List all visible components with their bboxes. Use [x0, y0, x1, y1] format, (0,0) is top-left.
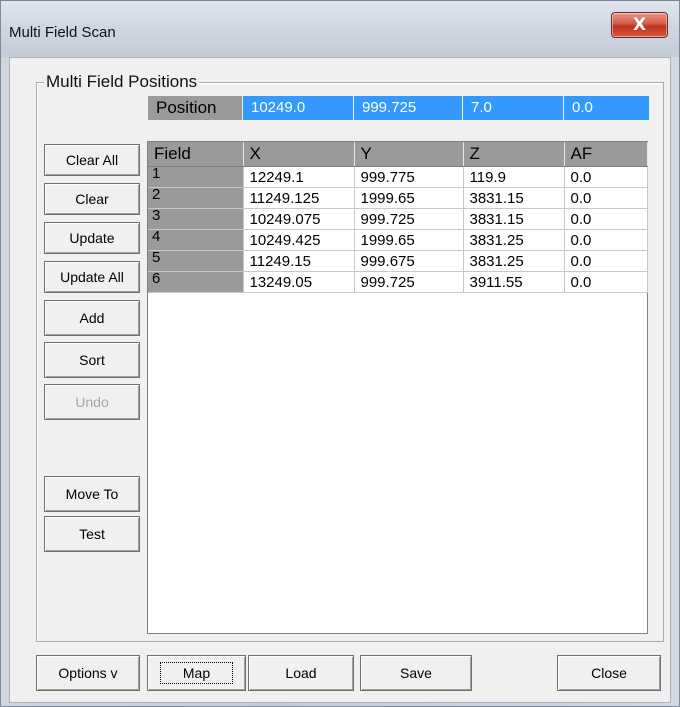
move-to-label: Move To	[65, 486, 119, 502]
column-header-y[interactable]: Y	[354, 142, 464, 167]
z-cell[interactable]: 3831.25	[463, 250, 565, 272]
field-number[interactable]: 1	[148, 166, 244, 188]
clear-button[interactable]: Clear	[44, 183, 140, 215]
add-label: Add	[79, 310, 105, 326]
x-cell[interactable]: 10249.075	[243, 208, 355, 230]
load-label: Load	[285, 665, 317, 681]
table-header-row: Field X Y Z AF	[148, 142, 648, 167]
position-af-value[interactable]: 0.0	[563, 96, 649, 120]
af-cell[interactable]: 0.0	[564, 208, 648, 230]
update-all-button[interactable]: Update All	[44, 261, 140, 293]
map-label: Map	[159, 662, 234, 684]
x-cell[interactable]: 13249.05	[243, 271, 355, 293]
window-title: Multi Field Scan	[9, 24, 116, 41]
position-y-value[interactable]: 999.725	[353, 96, 462, 120]
z-cell[interactable]: 3831.15	[463, 187, 565, 209]
add-button[interactable]: Add	[44, 300, 140, 336]
field-number[interactable]: 3	[148, 208, 244, 230]
x-cell[interactable]: 10249.425	[243, 229, 355, 251]
group-label: Multi Field Positions	[44, 72, 200, 92]
table-row[interactable]: 2 11249.125 1999.65 3831.15 0.0	[148, 187, 648, 209]
options-button[interactable]: Options v	[36, 655, 140, 691]
z-cell[interactable]: 119.9	[463, 166, 565, 188]
x-cell[interactable]: 11249.15	[243, 250, 355, 272]
sort-label: Sort	[79, 352, 105, 368]
update-button[interactable]: Update	[44, 222, 140, 254]
column-header-z[interactable]: Z	[463, 142, 565, 167]
field-number[interactable]: 4	[148, 229, 244, 251]
x-cell[interactable]: 11249.125	[243, 187, 355, 209]
table-row[interactable]: 6 13249.05 999.725 3911.55 0.0	[148, 271, 648, 293]
close-button[interactable]: Close	[557, 655, 661, 691]
x-cell[interactable]: 12249.1	[243, 166, 355, 188]
test-label: Test	[79, 526, 105, 542]
position-label: Position	[148, 96, 242, 120]
z-cell[interactable]: 3831.15	[463, 208, 565, 230]
field-number[interactable]: 6	[148, 271, 244, 293]
af-cell[interactable]: 0.0	[564, 166, 648, 188]
window-close-button[interactable]: X	[611, 12, 668, 38]
y-cell[interactable]: 999.725	[354, 208, 464, 230]
z-cell[interactable]: 3831.25	[463, 229, 565, 251]
field-positions-grid[interactable]: Field X Y Z AF 1 12249.1 999.775 119.9 0…	[147, 141, 648, 634]
af-cell[interactable]: 0.0	[564, 229, 648, 251]
close-icon: X	[632, 15, 647, 35]
save-label: Save	[400, 665, 432, 681]
update-label: Update	[69, 230, 115, 246]
table-row[interactable]: 3 10249.075 999.725 3831.15 0.0	[148, 208, 648, 230]
table-row[interactable]: 1 12249.1 999.775 119.9 0.0	[148, 166, 648, 188]
undo-button[interactable]: Undo	[44, 384, 140, 420]
close-label: Close	[591, 665, 627, 681]
clear-label: Clear	[75, 191, 109, 207]
y-cell[interactable]: 999.725	[354, 271, 464, 293]
af-cell[interactable]: 0.0	[564, 187, 648, 209]
column-header-af[interactable]: AF	[564, 142, 648, 167]
test-button[interactable]: Test	[44, 516, 140, 552]
save-button[interactable]: Save	[360, 655, 472, 691]
undo-label: Undo	[75, 394, 109, 410]
field-number[interactable]: 5	[148, 250, 244, 272]
y-cell[interactable]: 1999.65	[354, 187, 464, 209]
load-button[interactable]: Load	[248, 655, 354, 691]
clear-all-label: Clear All	[65, 152, 119, 168]
y-cell[interactable]: 999.675	[354, 250, 464, 272]
af-cell[interactable]: 0.0	[564, 250, 648, 272]
table-row[interactable]: 4 10249.425 1999.65 3831.25 0.0	[148, 229, 648, 251]
clear-all-button[interactable]: Clear All	[44, 144, 140, 176]
sort-button[interactable]: Sort	[44, 342, 140, 378]
column-header-field[interactable]: Field	[148, 142, 244, 167]
position-x-value[interactable]: 10249.0	[242, 96, 353, 120]
table-row[interactable]: 5 11249.15 999.675 3831.25 0.0	[148, 250, 648, 272]
field-number[interactable]: 2	[148, 187, 244, 209]
map-button[interactable]: Map	[147, 655, 246, 691]
y-cell[interactable]: 1999.65	[354, 229, 464, 251]
field-positions-table: Field X Y Z AF 1 12249.1 999.775 119.9 0…	[148, 142, 648, 293]
af-cell[interactable]: 0.0	[564, 271, 648, 293]
update-all-label: Update All	[60, 269, 124, 285]
move-to-button[interactable]: Move To	[44, 476, 140, 512]
column-header-x[interactable]: X	[243, 142, 355, 167]
options-label: Options v	[58, 665, 118, 681]
y-cell[interactable]: 999.775	[354, 166, 464, 188]
z-cell[interactable]: 3911.55	[463, 271, 565, 293]
position-z-value[interactable]: 7.0	[462, 96, 563, 120]
